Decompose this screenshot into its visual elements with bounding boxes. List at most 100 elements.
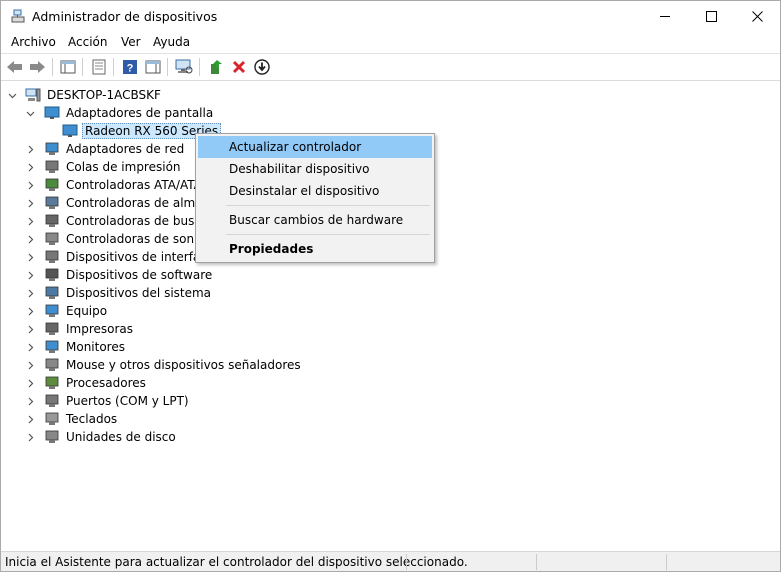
action-pane-icon: [145, 60, 161, 74]
chevron-down-icon[interactable]: [25, 104, 35, 122]
chevron-right-icon[interactable]: [25, 266, 35, 284]
tree-category[interactable]: Dispositivos de software: [25, 266, 425, 284]
category-label: Procesadores: [66, 376, 146, 390]
tree-category[interactable]: Procesadores: [25, 374, 425, 392]
device-manager-window: Administrador de dispositivos Archivo Ac…: [0, 0, 781, 572]
maximize-icon: [705, 11, 717, 22]
properties-pane-icon: [60, 60, 76, 74]
tree-category[interactable]: Teclados: [25, 410, 425, 428]
maximize-button[interactable]: [688, 1, 734, 32]
help-button[interactable]: ?: [121, 58, 139, 76]
close-icon: [751, 11, 763, 22]
chevron-right-icon[interactable]: [25, 230, 35, 248]
uninstall-device-button[interactable]: [230, 58, 248, 76]
menu-update-driver[interactable]: Actualizar controlador: [198, 136, 432, 158]
menu-ver[interactable]: Ver: [121, 35, 141, 49]
forward-icon: [30, 61, 45, 73]
svg-text:?: ?: [127, 63, 134, 75]
menu-archivo[interactable]: Archivo: [11, 35, 56, 49]
show-hidden-icon: [92, 59, 106, 75]
chevron-right-icon[interactable]: [25, 212, 35, 230]
chevron-right-icon[interactable]: [25, 158, 35, 176]
menu-accion[interactable]: Acción: [68, 35, 107, 49]
menu-separator: [226, 234, 430, 235]
chevron-right-icon[interactable]: [25, 392, 35, 410]
download-icon: [254, 59, 270, 75]
category-label: Colas de impresión: [66, 160, 181, 174]
status-text: Inicia el Asistente para actualizar el c…: [5, 555, 468, 569]
category-label: Monitores: [66, 340, 125, 354]
tree-category[interactable]: Dispositivos del sistema: [25, 284, 425, 302]
minimize-button[interactable]: [642, 1, 688, 32]
category-label: Mouse y otros dispositivos señaladores: [66, 358, 301, 372]
chevron-down-icon[interactable]: [7, 86, 17, 104]
tree-category[interactable]: Monitores: [25, 338, 425, 356]
tree-root[interactable]: DESKTOP-1ACBSKF: [7, 86, 207, 104]
menu-scan-hardware[interactable]: Buscar cambios de hardware: [198, 209, 432, 231]
monitor-icon: [45, 340, 59, 353]
help-icon: ?: [123, 60, 137, 75]
category-label: Equipo: [66, 304, 108, 318]
title-bar[interactable]: Administrador de dispositivos: [1, 1, 780, 32]
download-button[interactable]: [253, 58, 271, 76]
chevron-right-icon[interactable]: [25, 140, 35, 158]
chevron-right-icon[interactable]: [25, 194, 35, 212]
menu-uninstall-device[interactable]: Desinstalar el dispositivo: [198, 180, 432, 202]
properties-pane-button[interactable]: [59, 58, 77, 76]
category-label: Impresoras: [66, 322, 134, 336]
tree-category-adaptadores-de-pantalla[interactable]: Adaptadores de pantalla: [25, 104, 225, 122]
chevron-right-icon[interactable]: [25, 374, 35, 392]
print-queue-icon: [45, 160, 59, 173]
menu-properties[interactable]: Propiedades: [198, 238, 432, 260]
menu-ayuda[interactable]: Ayuda: [153, 35, 190, 49]
chevron-right-icon[interactable]: [25, 338, 35, 356]
tree-category[interactable]: Mouse y otros dispositivos señaladores: [25, 356, 425, 374]
scan-hardware-icon: [175, 59, 193, 74]
computer-name: DESKTOP-1ACBSKF: [47, 88, 161, 102]
chevron-right-icon[interactable]: [25, 302, 35, 320]
chevron-right-icon[interactable]: [25, 410, 35, 428]
ide-controller-icon: [45, 178, 59, 191]
category-label: Puertos (COM y LPT): [66, 394, 189, 408]
action-pane-button[interactable]: [144, 58, 162, 76]
back-button[interactable]: [6, 58, 24, 76]
chevron-right-icon[interactable]: [25, 320, 35, 338]
computer-icon: [45, 304, 59, 317]
chevron-right-icon[interactable]: [25, 248, 35, 266]
toolbar-separator: [199, 58, 200, 76]
scan-hardware-button[interactable]: [175, 58, 193, 76]
uninstall-device-icon: [232, 60, 246, 74]
category-label: Dispositivos del sistema: [66, 286, 212, 300]
close-button[interactable]: [734, 1, 780, 32]
chevron-right-icon[interactable]: [25, 356, 35, 374]
category-label: Adaptadores de pantalla: [66, 106, 214, 120]
tree-category[interactable]: Puertos (COM y LPT): [25, 392, 425, 410]
menu-bar: Archivo Acción Ver Ayuda: [1, 32, 780, 54]
menu-item-label: Buscar cambios de hardware: [229, 213, 404, 227]
show-hidden-button[interactable]: [90, 58, 108, 76]
category-label: Teclados: [66, 412, 118, 426]
chevron-right-icon[interactable]: [25, 428, 35, 446]
display-adapter-icon: [62, 124, 78, 137]
chevron-right-icon[interactable]: [25, 176, 35, 194]
tree-category[interactable]: Equipo: [25, 302, 425, 320]
processor-icon: [45, 376, 59, 389]
storage-controller-icon: [45, 196, 59, 209]
mouse-icon: [45, 358, 59, 371]
update-driver-button[interactable]: [207, 58, 225, 76]
software-device-icon: [45, 268, 59, 281]
tree-category[interactable]: Impresoras: [25, 320, 425, 338]
disk-drive-icon: [45, 430, 59, 443]
menu-separator: [226, 205, 430, 206]
category-label: Controladoras ATA/ATAPI: [66, 178, 213, 192]
toolbar-separator: [82, 58, 83, 76]
forward-button[interactable]: [28, 58, 46, 76]
menu-item-label: Propiedades: [229, 242, 314, 256]
menu-disable-device[interactable]: Deshabilitar dispositivo: [198, 158, 432, 180]
toolbar-separator: [167, 58, 168, 76]
window-title: Administrador de dispositivos: [32, 9, 218, 24]
printer-icon: [45, 322, 59, 335]
tree-category[interactable]: Unidades de disco: [25, 428, 425, 446]
hid-icon: [45, 250, 59, 263]
chevron-right-icon[interactable]: [25, 284, 35, 302]
